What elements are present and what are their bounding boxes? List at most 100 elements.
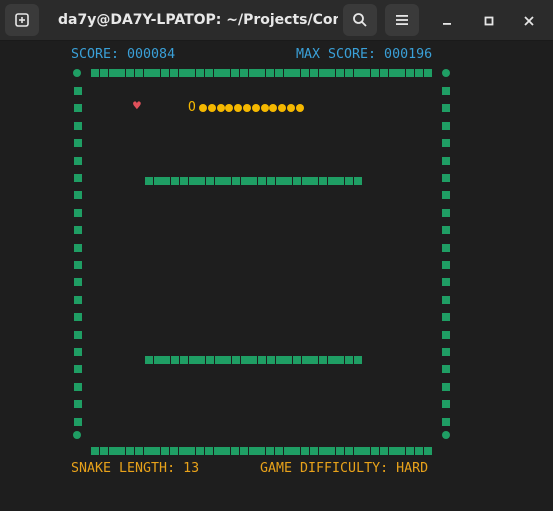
wall-block (161, 69, 169, 77)
wall-block (397, 447, 406, 455)
terminal-area[interactable]: SCORE: 000084 MAX SCORE: 000196 ♥ O SNAKE… (0, 41, 553, 511)
obstacle-block (284, 177, 293, 185)
search-icon (352, 12, 368, 28)
wall-block (274, 69, 283, 77)
wall-block (74, 295, 82, 304)
wall-block (169, 447, 178, 455)
wall-block (74, 400, 82, 409)
wall-block (442, 174, 450, 182)
wall-block (74, 191, 82, 200)
wall-block (414, 69, 423, 77)
obstacle-block (205, 177, 214, 185)
wall-block (388, 69, 397, 77)
wall-block (74, 121, 82, 130)
wall-block (222, 447, 231, 455)
wall-block (74, 174, 82, 182)
wall-block (74, 348, 82, 356)
snake-segment (251, 104, 260, 112)
terminal-window: da7y@DA7Y-LPATOP: ~/Projects/Comma... (0, 0, 553, 511)
wall-block (397, 69, 406, 77)
wall-block (336, 69, 344, 77)
wall-block (74, 87, 82, 95)
wall-block (126, 447, 134, 455)
wall-corner (442, 69, 450, 77)
obstacle-block (319, 356, 327, 364)
wall-block (196, 69, 204, 77)
obstacle-block (327, 177, 336, 185)
wall-block (117, 447, 126, 455)
wall-block (442, 208, 450, 217)
wall-block (301, 447, 309, 455)
wall-block (204, 447, 213, 455)
obstacle-block (353, 356, 362, 364)
wall-block (292, 69, 301, 77)
obstacle-block (310, 177, 319, 185)
wall-block (344, 69, 353, 77)
close-button[interactable] (515, 6, 543, 34)
obstacle-block (197, 356, 206, 364)
search-button[interactable] (343, 4, 377, 36)
wall-block (371, 447, 379, 455)
obstacle-block (284, 356, 293, 364)
wall-block (74, 208, 82, 217)
obstacle-block (275, 356, 284, 364)
wall-block (406, 69, 414, 77)
wall-block (74, 382, 82, 391)
food-heart: ♥ (133, 99, 141, 114)
wall-block (336, 447, 344, 455)
wall-block (187, 69, 196, 77)
wall-block (406, 447, 414, 455)
obstacle-block (258, 177, 267, 185)
obstacle-block (153, 356, 162, 364)
wall-block (239, 69, 248, 77)
obstacle-block (179, 177, 188, 185)
obstacle-block (275, 177, 284, 185)
maximize-icon (484, 11, 494, 30)
obstacle-block (188, 356, 197, 364)
obstacle-block (345, 177, 354, 185)
wall-block (414, 447, 423, 455)
obstacle-block (266, 356, 275, 364)
close-icon (524, 11, 534, 30)
wall-block (187, 447, 196, 455)
maximize-button[interactable] (475, 6, 503, 34)
wall-block (423, 69, 432, 77)
wall-corner (73, 431, 81, 439)
wall-block (442, 243, 450, 252)
game-board: ♥ O (0, 41, 553, 511)
wall-block (353, 69, 362, 77)
minimize-button[interactable] (433, 6, 461, 34)
wall-block (309, 69, 318, 77)
obstacle-block (232, 177, 240, 185)
obstacle-block (345, 356, 354, 364)
wall-block (74, 243, 82, 252)
wall-block (91, 69, 99, 77)
wall-block (248, 69, 257, 77)
wall-block (126, 69, 134, 77)
wall-block (362, 69, 371, 77)
wall-block (257, 69, 266, 77)
wall-block (327, 69, 336, 77)
wall-block (266, 69, 274, 77)
wall-block (74, 313, 82, 322)
obstacle-block (188, 177, 197, 185)
wall-block (178, 69, 187, 77)
obstacle-block (319, 177, 327, 185)
obstacle-block (145, 356, 153, 364)
wall-block (283, 69, 292, 77)
wall-block (74, 226, 82, 235)
wall-block (143, 447, 152, 455)
wall-block (134, 447, 143, 455)
wall-block (442, 295, 450, 304)
wall-block (442, 261, 450, 269)
hamburger-menu-icon (395, 14, 409, 26)
wall-block (442, 330, 450, 339)
wall-block (344, 447, 353, 455)
new-tab-button[interactable] (5, 4, 39, 36)
wall-block (91, 447, 99, 455)
wall-block (318, 69, 327, 77)
menu-button[interactable] (385, 4, 419, 36)
snake-segment (199, 104, 207, 112)
wall-block (74, 104, 82, 113)
snake-segment (278, 104, 287, 112)
